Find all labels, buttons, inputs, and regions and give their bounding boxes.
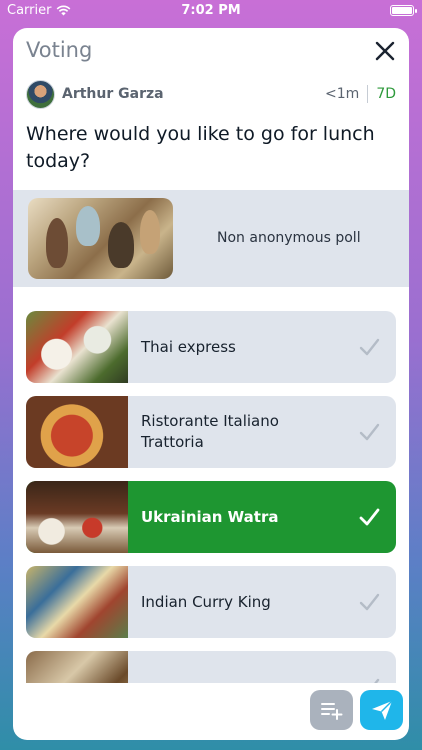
option-image[interactable] xyxy=(26,311,128,383)
option-ukrainian-watra[interactable]: Ukrainian Watra xyxy=(26,481,396,553)
checkmark-icon xyxy=(359,338,380,356)
option-image[interactable] xyxy=(26,396,128,468)
option-label: Indian Curry King xyxy=(141,592,271,611)
option-image[interactable] xyxy=(26,566,128,638)
checkmark-icon xyxy=(374,678,380,683)
poll-duration: 7D xyxy=(376,86,396,102)
page-title: Voting xyxy=(26,38,93,62)
poll-type-label: Non anonymous poll xyxy=(217,230,361,246)
author-name[interactable]: Arthur Garza xyxy=(62,86,164,102)
battery-icon xyxy=(390,5,417,16)
option-image[interactable] xyxy=(26,651,128,683)
option-ristorante-italiano[interactable]: Ristorante Italiano Trattoria xyxy=(26,396,396,468)
poll-image[interactable] xyxy=(28,198,173,279)
add-to-list-icon xyxy=(321,703,343,720)
author-row: Arthur Garza <1m 7D xyxy=(26,79,396,109)
option-thai-express[interactable]: Thai express xyxy=(26,311,396,383)
option-image[interactable] xyxy=(26,481,128,553)
option-label: Thai express xyxy=(141,337,236,356)
add-option-button[interactable] xyxy=(310,690,353,730)
status-time: 7:02 PM xyxy=(181,3,241,18)
close-icon[interactable] xyxy=(374,40,396,62)
checkmark-icon xyxy=(359,508,380,526)
posted-time: <1m xyxy=(325,86,360,102)
send-button[interactable] xyxy=(360,690,403,730)
poll-meta: <1m 7D xyxy=(325,85,396,103)
option-label: Ukrainian Watra xyxy=(141,507,279,526)
option-indian-curry-king[interactable]: Indian Curry King xyxy=(26,566,396,638)
option-label xyxy=(141,651,341,683)
checkmark-icon xyxy=(359,423,380,441)
meta-divider xyxy=(367,85,369,103)
voting-card: Voting Arthur Garza <1m 7D Where would y… xyxy=(13,28,409,740)
option-partial[interactable] xyxy=(26,651,396,683)
checkmark-icon xyxy=(359,593,380,611)
poll-banner: Non anonymous poll xyxy=(13,190,409,287)
avatar[interactable] xyxy=(26,79,55,109)
option-label: Ristorante Italiano Trattoria xyxy=(141,412,279,451)
poll-question: Where would you like to go for lunch tod… xyxy=(26,123,375,172)
status-bar: Carrier 7:02 PM xyxy=(0,0,422,22)
send-icon xyxy=(372,700,393,720)
options-list: Thai express Ristorante Italiano Trattor… xyxy=(26,311,396,683)
